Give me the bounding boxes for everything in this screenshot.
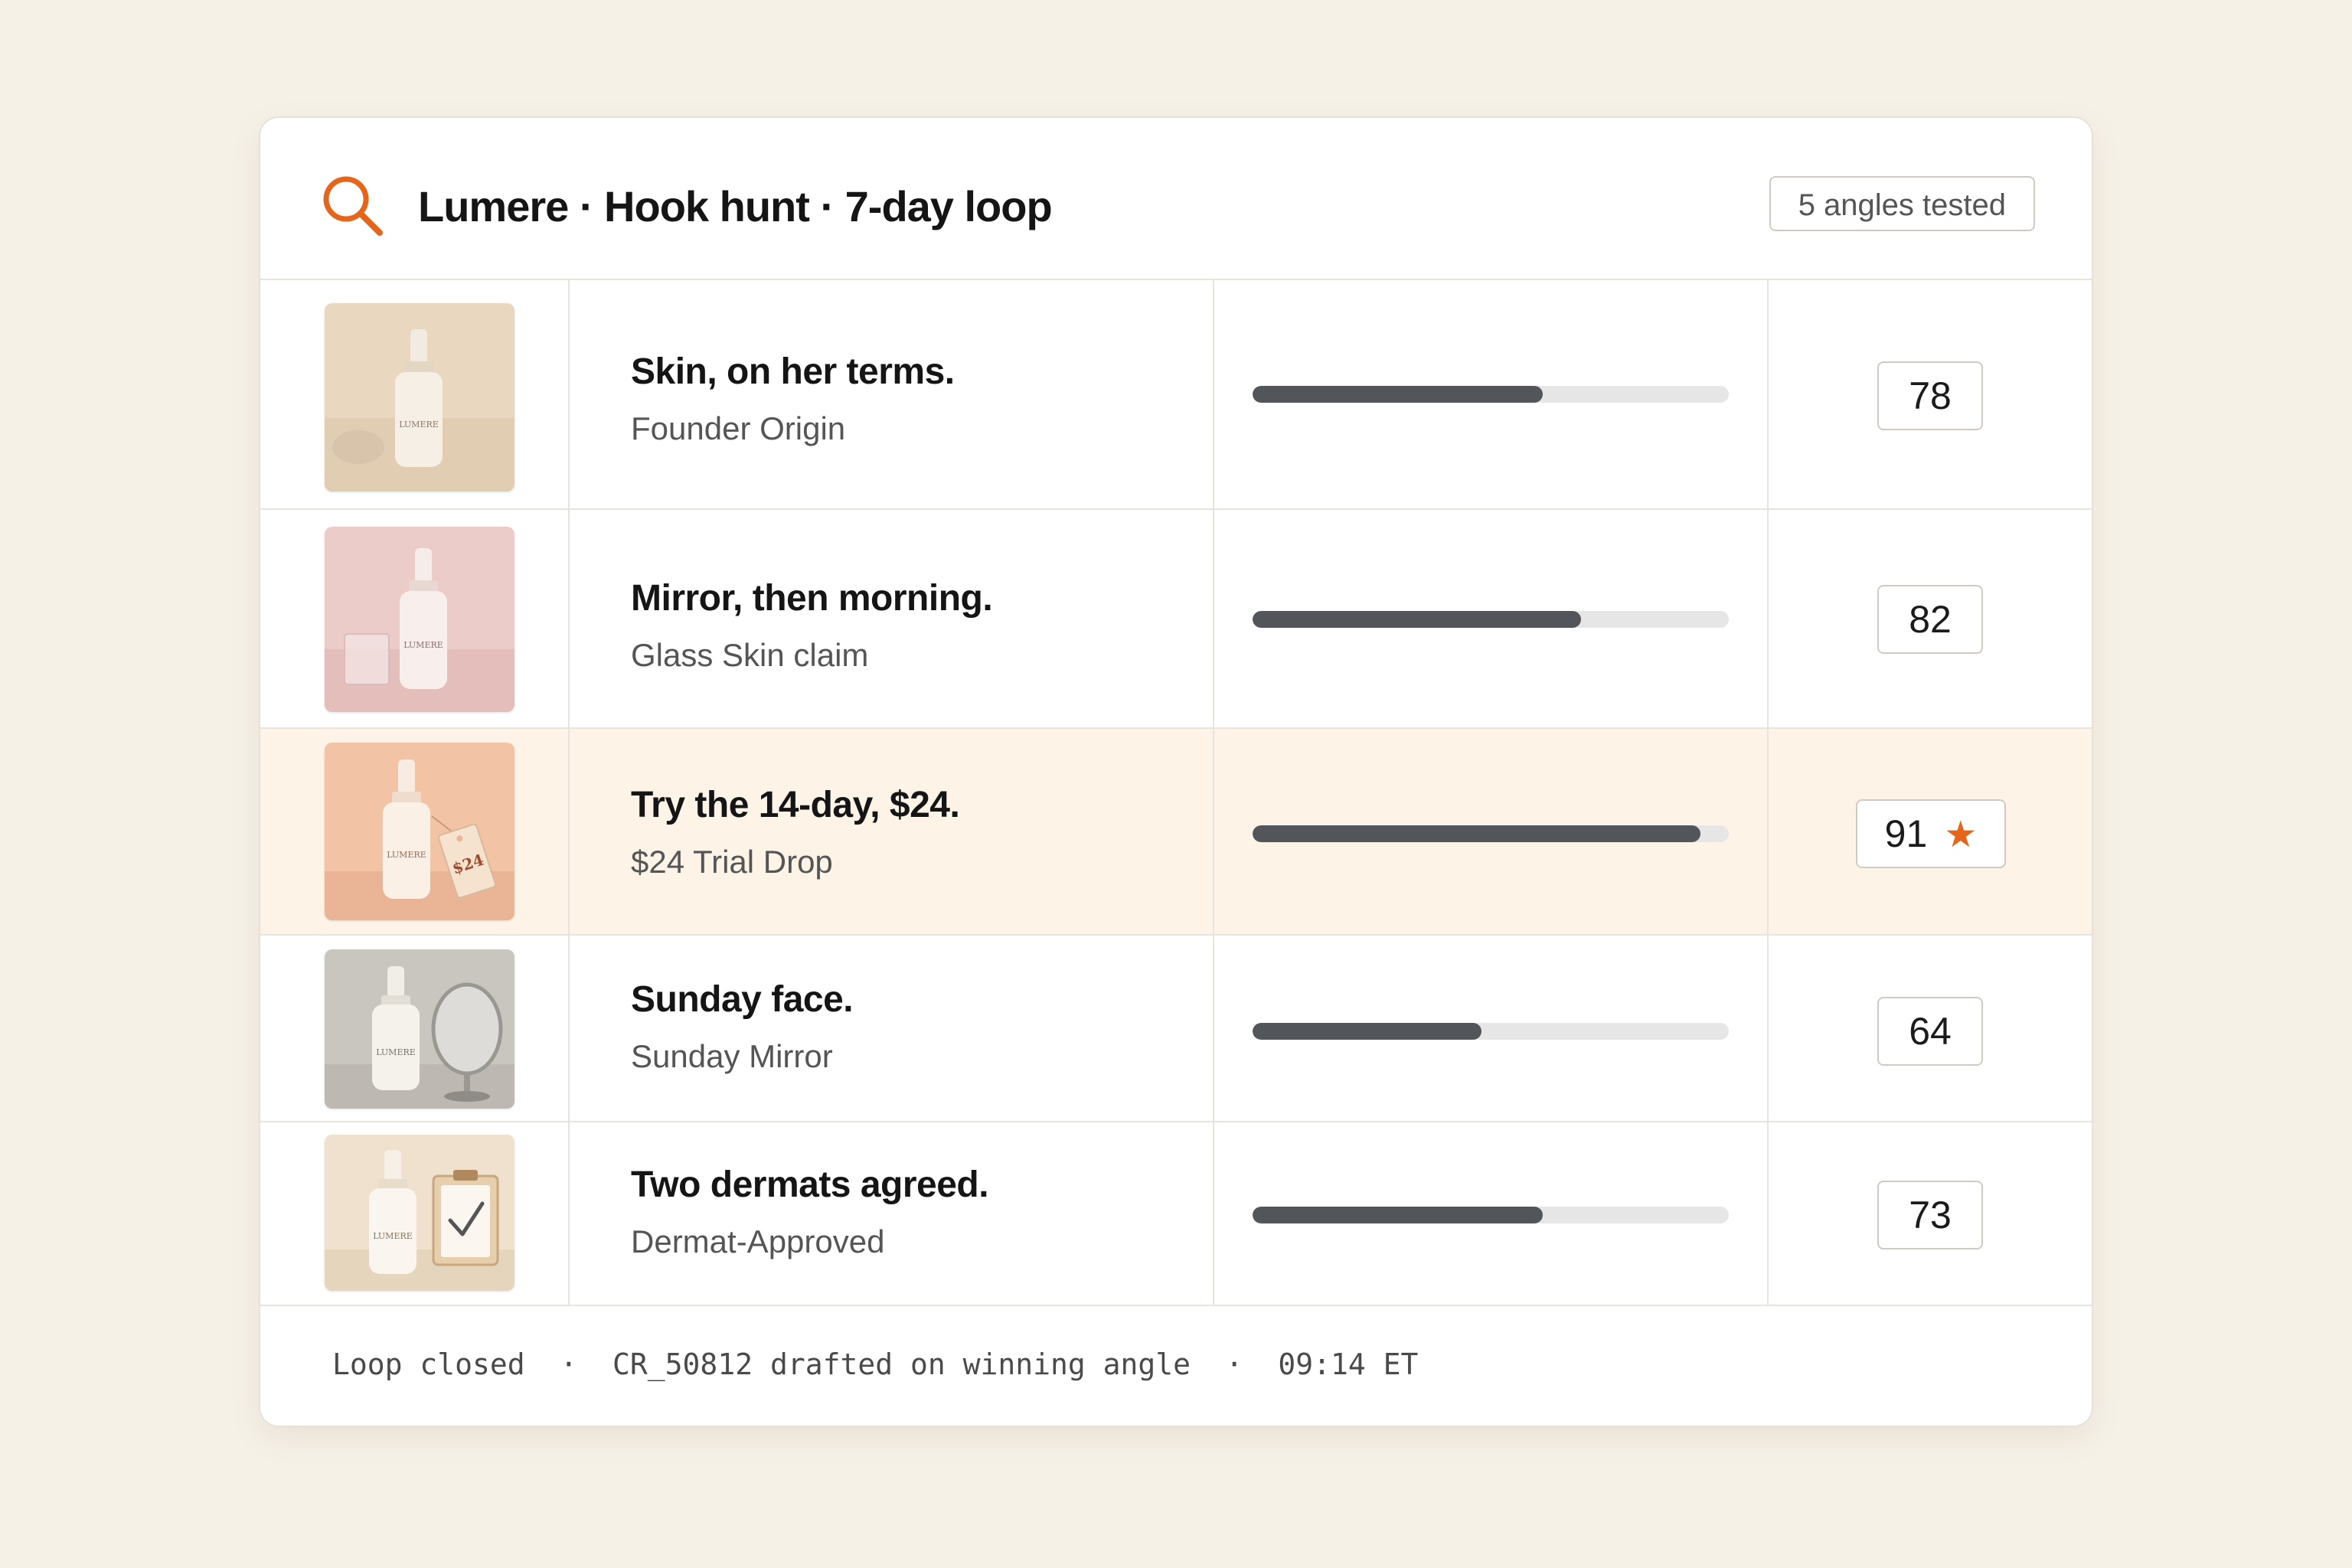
column-divider	[568, 510, 570, 727]
page-title: Lumere · Hook hunt · 7-day loop	[418, 182, 1053, 230]
score-badge[interactable]: 64	[1877, 997, 1983, 1066]
ad-thumbnail[interactable]: LUMERE	[325, 1135, 514, 1291]
hook-headline: Sunday face.	[631, 979, 854, 1020]
column-divider	[1213, 280, 1214, 508]
column-divider	[568, 280, 570, 508]
score-badge-winner[interactable]: 91 ★	[1856, 799, 2006, 868]
table-row[interactable]: LUMERE Mirror, then morning. Glass Skin …	[260, 510, 2092, 729]
column-divider	[1767, 936, 1769, 1121]
score-badge[interactable]: 78	[1877, 361, 1983, 430]
column-divider	[1213, 729, 1214, 934]
status-text: Loop closed · CR_50812 drafted on winnin…	[332, 1348, 1419, 1381]
column-divider	[568, 1122, 570, 1305]
score-bar-fill	[1253, 386, 1544, 403]
card-header: Lumere · Hook hunt · 7-day loop 5 angles…	[260, 118, 2092, 280]
table-row[interactable]: LUMERE Skin, on her terms. Founder Origi…	[260, 280, 2092, 510]
hook-headline: Skin, on her terms.	[631, 351, 955, 392]
column-divider	[1767, 280, 1769, 508]
column-divider	[568, 936, 570, 1121]
score-bar	[1253, 1023, 1729, 1040]
svg-text:LUMERE: LUMERE	[387, 850, 426, 860]
score-value: 91	[1884, 812, 1928, 855]
svg-text:LUMERE: LUMERE	[373, 1231, 413, 1241]
angles-tested-badge: 5 angles tested	[1769, 176, 2035, 231]
column-divider	[1213, 1122, 1214, 1305]
column-divider	[1767, 729, 1769, 934]
angle-label: Dermat-Approved	[631, 1223, 885, 1259]
table-row[interactable]: LUMERE Sunday face. Sunday Mirror 64	[260, 936, 2092, 1122]
angle-label: Founder Origin	[631, 410, 846, 446]
column-divider	[1767, 510, 1769, 727]
table-row[interactable]: LUMERE Two dermats agreed. Dermat-Approv…	[260, 1122, 2092, 1306]
column-divider	[1213, 936, 1214, 1121]
star-icon: ★	[1944, 815, 1978, 855]
hook-headline: Two dermats agreed.	[631, 1165, 989, 1205]
score-badge[interactable]: 82	[1877, 585, 1983, 654]
score-bar-fill	[1253, 825, 1700, 842]
svg-text:LUMERE: LUMERE	[399, 420, 439, 430]
ad-thumbnail[interactable]: LUMERE	[325, 949, 514, 1109]
angle-label: $24 Trial Drop	[631, 844, 833, 880]
svg-text:LUMERE: LUMERE	[403, 640, 443, 650]
ad-thumbnail[interactable]: LUMERE $24	[325, 743, 514, 920]
column-divider	[1767, 1122, 1769, 1305]
score-bar-fill	[1253, 1207, 1544, 1223]
ad-thumbnail[interactable]: LUMERE	[325, 527, 514, 712]
status-footer: Loop closed · CR_50812 drafted on winnin…	[260, 1303, 2092, 1426]
score-bar	[1253, 386, 1729, 403]
angle-label: Glass Skin claim	[631, 637, 869, 673]
search-icon[interactable]	[320, 173, 384, 237]
angle-label: Sunday Mirror	[631, 1038, 833, 1074]
score-bar	[1253, 1207, 1729, 1223]
score-bar	[1253, 611, 1729, 628]
column-divider	[568, 729, 570, 934]
score-bar-fill	[1253, 1023, 1481, 1040]
table-row-winner[interactable]: LUMERE $24 Try the 14-day, $24. $24 Tria…	[260, 729, 2092, 936]
results-card: Lumere · Hook hunt · 7-day loop 5 angles…	[259, 116, 2093, 1427]
score-badge[interactable]: 73	[1877, 1181, 1983, 1250]
score-bar	[1253, 825, 1729, 842]
ad-thumbnail[interactable]: LUMERE	[325, 303, 514, 492]
score-bar-fill	[1253, 611, 1582, 628]
column-divider	[1213, 510, 1214, 727]
hook-headline: Mirror, then morning.	[631, 578, 993, 619]
hook-headline: Try the 14-day, $24.	[631, 785, 960, 825]
svg-text:LUMERE: LUMERE	[376, 1047, 416, 1057]
